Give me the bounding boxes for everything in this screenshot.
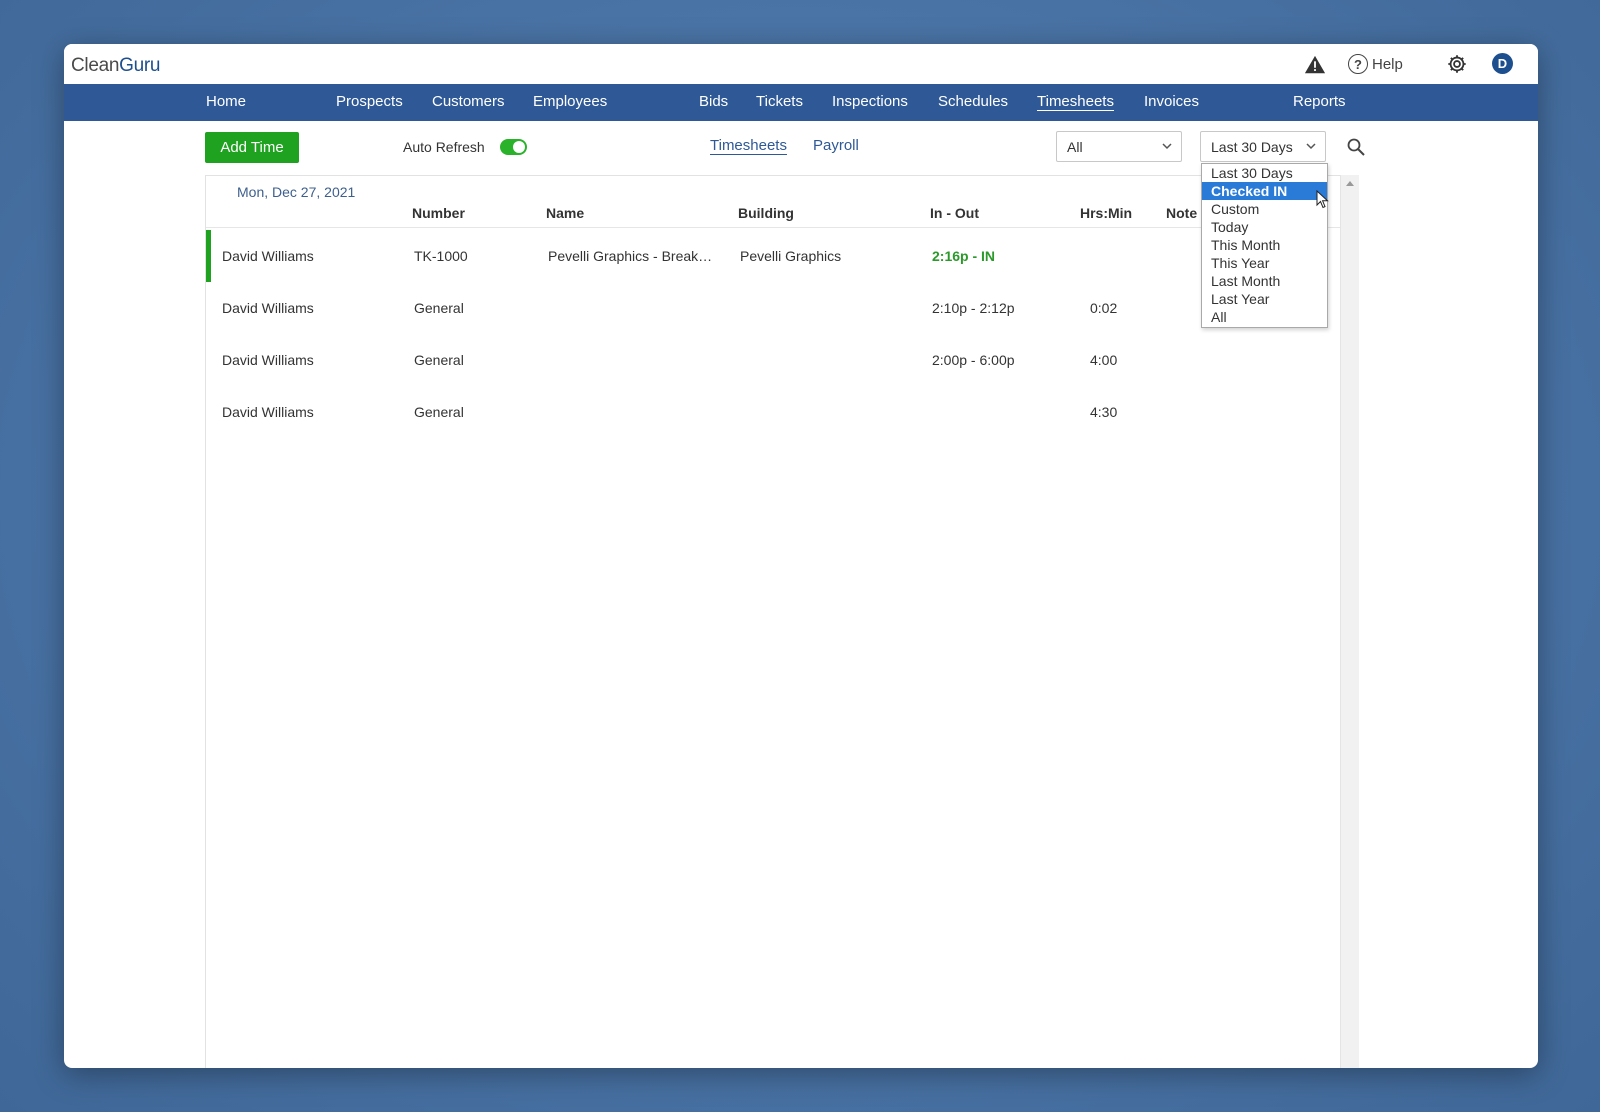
nav-prospects[interactable]: Prospects — [336, 93, 403, 110]
chevron-down-icon — [1306, 143, 1316, 150]
table-row[interactable]: David Williams General 2:10p - 2:12p 0:0… — [206, 282, 1342, 334]
logo-text-guru: Guru — [119, 55, 161, 76]
cell-employee: David Williams — [222, 300, 314, 316]
cell-number: General — [414, 404, 464, 420]
date-range-select[interactable]: Last 30 Days — [1200, 131, 1326, 162]
cell-number: TK-1000 — [414, 248, 468, 264]
cell-employee: David Williams — [222, 248, 314, 264]
cell-in-out: 2:16p - IN — [932, 248, 996, 264]
cell-name: Pevelli Graphics - Break… — [548, 248, 713, 264]
tab-timesheets[interactable]: Timesheets — [710, 137, 787, 154]
cell-hrs-min: 0:02 — [1090, 300, 1118, 316]
table-scrollbar[interactable] — [1340, 175, 1359, 1068]
timesheet-table: Mon, Dec 27, 2021 Number Name Building I… — [205, 175, 1342, 1068]
table-row[interactable]: David Williams TK-1000 Pevelli Graphics … — [206, 230, 1342, 282]
cell-employee: David Williams — [222, 404, 314, 420]
help-icon: ? — [1348, 54, 1368, 74]
header-divider — [206, 227, 1342, 228]
search-icon[interactable] — [1346, 137, 1366, 157]
cell-in-out: 2:10p - 2:12p — [932, 300, 1015, 316]
dropdown-option-checked-in[interactable]: Checked IN — [1202, 182, 1327, 200]
app-logo[interactable]: CleanGuru — [71, 55, 161, 77]
nav-inspections[interactable]: Inspections — [832, 93, 908, 110]
cell-number: General — [414, 352, 464, 368]
nav-home[interactable]: Home — [206, 93, 246, 110]
nav-invoices[interactable]: Invoices — [1144, 93, 1199, 110]
cell-building: Pevelli Graphics — [740, 248, 842, 264]
mouse-cursor-icon — [1316, 190, 1329, 209]
column-header-hrs-min[interactable]: Hrs:Min — [1080, 205, 1132, 221]
nav-bids[interactable]: Bids — [699, 93, 728, 110]
date-group-label: Mon, Dec 27, 2021 — [237, 184, 356, 200]
help-button[interactable]: ? Help — [1348, 52, 1403, 76]
column-header-name[interactable]: Name — [546, 205, 584, 221]
nav-reports[interactable]: Reports — [1293, 93, 1346, 110]
table-row[interactable]: David Williams General 2:00p - 6:00p 4:0… — [206, 334, 1342, 386]
filter-select[interactable]: All — [1056, 131, 1182, 162]
column-header-building[interactable]: Building — [738, 205, 794, 221]
dropdown-option-this-year[interactable]: This Year — [1202, 254, 1327, 272]
dropdown-option-today[interactable]: Today — [1202, 218, 1327, 236]
user-avatar[interactable]: D — [1492, 53, 1513, 74]
cell-hrs-min: 4:30 — [1090, 404, 1118, 420]
cell-in-out: 2:00p - 6:00p — [932, 352, 1015, 368]
tab-payroll[interactable]: Payroll — [813, 137, 859, 154]
main-nav: Home Prospects Customers Employees Bids … — [64, 84, 1538, 121]
nav-tickets[interactable]: Tickets — [756, 93, 803, 110]
toggle-knob — [513, 141, 525, 153]
chevron-down-icon — [1162, 143, 1172, 150]
warning-icon[interactable] — [1304, 54, 1326, 76]
dropdown-option-last-month[interactable]: Last Month — [1202, 272, 1327, 290]
dropdown-option-last-year[interactable]: Last Year — [1202, 290, 1327, 308]
checked-in-indicator — [206, 230, 211, 282]
column-header-number[interactable]: Number — [412, 205, 465, 221]
nav-timesheets[interactable]: Timesheets — [1037, 93, 1114, 110]
scroll-up-arrow-icon[interactable] — [1346, 181, 1354, 186]
table-row[interactable]: David Williams General 4:30 — [206, 386, 1342, 438]
cell-number: General — [414, 300, 464, 316]
cell-employee: David Williams — [222, 352, 314, 368]
date-range-dropdown: Last 30 Days Checked IN Custom Today Thi… — [1201, 163, 1328, 328]
nav-schedules[interactable]: Schedules — [938, 93, 1008, 110]
nav-employees[interactable]: Employees — [533, 93, 607, 110]
add-time-button[interactable]: Add Time — [205, 132, 299, 163]
dropdown-option-this-month[interactable]: This Month — [1202, 236, 1327, 254]
date-range-select-value: Last 30 Days — [1211, 138, 1293, 155]
filter-select-value: All — [1067, 138, 1083, 155]
dropdown-option-last-30-days[interactable]: Last 30 Days — [1202, 164, 1327, 182]
nav-customers[interactable]: Customers — [432, 93, 505, 110]
column-header-note[interactable]: Note — [1166, 205, 1197, 221]
gear-icon[interactable] — [1446, 53, 1468, 75]
dropdown-option-all[interactable]: All — [1202, 308, 1327, 326]
logo-text-clean: Clean — [71, 55, 120, 76]
cell-hrs-min: 4:00 — [1090, 352, 1118, 368]
auto-refresh-toggle[interactable] — [500, 139, 527, 155]
dropdown-option-custom[interactable]: Custom — [1202, 200, 1327, 218]
column-header-in-out[interactable]: In - Out — [930, 205, 979, 221]
top-bar: CleanGuru ? Help D — [64, 44, 1538, 84]
app-window: CleanGuru ? Help D Home Prospects Custom… — [64, 44, 1538, 1068]
help-label: Help — [1372, 55, 1403, 73]
auto-refresh-label: Auto Refresh — [403, 139, 485, 155]
